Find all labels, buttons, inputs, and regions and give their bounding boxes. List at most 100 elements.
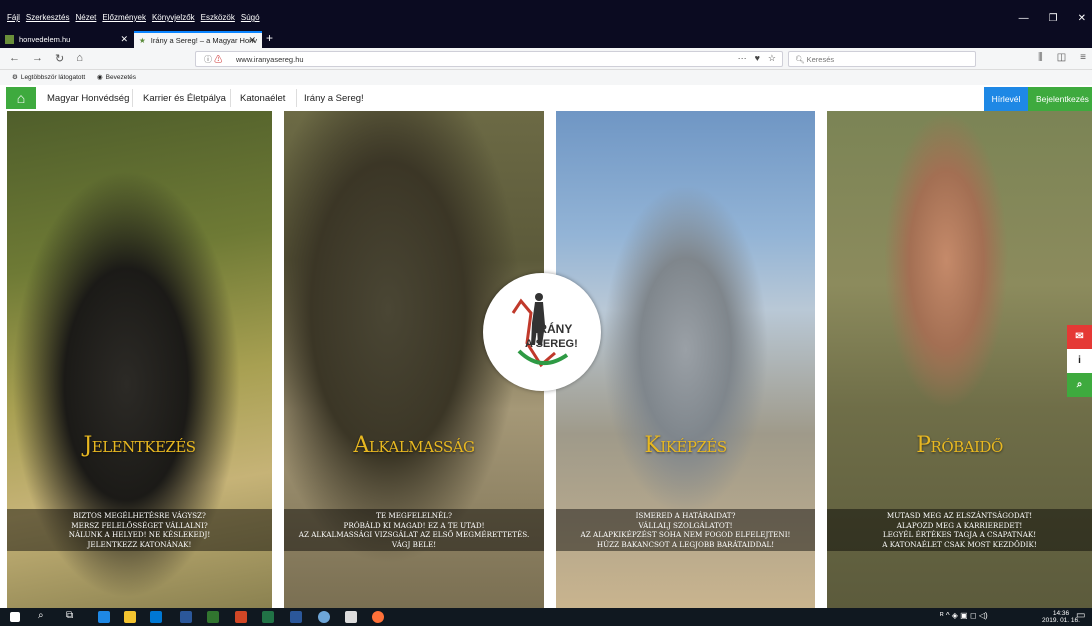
menu-bookmarks[interactable]: Könyvjelzők [152, 13, 195, 22]
menu-history[interactable]: Előzmények [102, 13, 146, 22]
desc-line: Mersz felelősséget vállalni? [71, 520, 208, 530]
clock-date: 2019. 01. 16. [1042, 617, 1080, 624]
desc-line: Vállalj szolgálatot! [638, 520, 733, 530]
desc-line: Te megfelelnél? [376, 511, 452, 520]
bookmark-label: Legtöbbször látogatott [20, 73, 86, 81]
clock[interactable]: 14:36 2019. 01. 16. [1042, 610, 1080, 624]
site-navigation: ⌂ Magyar Honvédség Karrier és Életpálya … [0, 85, 1092, 111]
outlook-icon[interactable] [150, 611, 162, 623]
tab-label: Irány a Sereg! – a Magyar Honv [150, 36, 258, 45]
desc-line: Vágj bele! [391, 539, 437, 549]
panel-probaido[interactable]: Próbaidő Mutasd meg az elszántságodat! A… [827, 111, 1092, 608]
search-input[interactable]: 🔍︎ Keresés [788, 51, 976, 67]
sidebar-icon[interactable]: ◫ [1057, 52, 1066, 63]
irany-a-sereg-logo[interactable]: IRÁNY A SEREG! [483, 273, 601, 391]
desc-line: A katonaélet csak most kezdődik! [882, 539, 1037, 549]
desc-line: Legyél értékes tagja a csapatnak! [882, 530, 1037, 539]
desc-line: Ismered a határaidat? [635, 511, 736, 520]
excel-icon[interactable] [262, 611, 274, 623]
favicon-icon: ★ [139, 36, 146, 45]
calculator-icon[interactable] [345, 611, 357, 623]
menu-view[interactable]: Nézet [75, 13, 96, 22]
home-icon[interactable]: ⌂ [6, 87, 36, 109]
url-text[interactable]: www.iranyasereg.hu [236, 55, 304, 64]
bookmarks-bar: ⚙ Legtöbbször látogatott ◉ Bevezetés [0, 70, 1092, 85]
bookmark-label: Bevezetés [105, 73, 137, 81]
newsletter-button[interactable]: Hírlevél [984, 87, 1028, 111]
home-browser-icon[interactable]: ⌂ [76, 52, 83, 65]
nav-separator [296, 89, 297, 107]
nav-irany-a-sereg[interactable]: Irány a Sereg! [304, 93, 364, 104]
file-explorer-icon[interactable] [124, 611, 136, 623]
desc-line: Nálunk a helyed! Ne késlekedj! [68, 530, 211, 539]
nav-magyar-honvedseg[interactable]: Magyar Honvédség [47, 93, 129, 104]
nav-karrier[interactable]: Karrier és Életpálya [143, 93, 226, 104]
info-icon[interactable]: i [1067, 349, 1092, 373]
windows-taskbar: ⌕ ⧉ ᴿ ^ ◈ ▣ ◻ ◁) 14:36 2019. 01. 16. ▭ [0, 608, 1092, 626]
tab-label: honvedelem.hu [19, 35, 71, 44]
pocket-icon[interactable]: ♥ [755, 53, 760, 64]
system-tray[interactable]: ᴿ ^ ◈ ▣ ◻ ◁) [940, 611, 988, 620]
panel-jelentkezes[interactable]: Jelentkezés Biztos megélhetésre vágysz? … [7, 111, 272, 608]
tab-strip: honvedelem.hu ✕ ★ Irány a Sereg! – a Mag… [0, 30, 1092, 48]
nav-katonaelet[interactable]: Katonaélet [240, 93, 285, 104]
reload-icon[interactable]: ↻ [55, 52, 64, 65]
menu-help[interactable]: Súgó [241, 13, 260, 22]
maximize-icon[interactable]: ❐ [1049, 13, 1058, 24]
desc-line: Mutasd meg az elszántságodat! [886, 511, 1033, 520]
library-icon[interactable]: ⫼ [1038, 52, 1043, 63]
page-actions-icon[interactable]: ··· [738, 53, 747, 64]
menu-edit[interactable]: Szerkesztés [26, 13, 70, 22]
browser-menubar: Fájl Szerkesztés Nézet Előzmények Könyvj… [0, 0, 1092, 30]
word-icon[interactable] [180, 611, 192, 623]
search-icon[interactable]: ⌕ [38, 610, 50, 622]
tab-honvedelem[interactable]: honvedelem.hu ✕ [0, 31, 134, 48]
close-tab-icon[interactable]: ✕ [248, 35, 256, 46]
firefox-icon[interactable] [372, 611, 384, 623]
forward-icon[interactable]: → [32, 52, 43, 65]
tab-iranyasereg[interactable]: ★ Irány a Sereg! – a Magyar Honv ✕ [134, 31, 262, 48]
notifications-icon[interactable]: ▭ [1076, 610, 1085, 621]
hamburger-menu-icon[interactable]: ≡ [1080, 52, 1086, 63]
close-window-icon[interactable]: ✕ [1078, 13, 1086, 24]
app-icon[interactable] [318, 611, 330, 623]
minimize-icon[interactable]: — [1019, 13, 1029, 24]
word-doc-icon[interactable] [290, 611, 302, 623]
close-tab-icon[interactable]: ✕ [120, 34, 128, 45]
bookmark-most-visited[interactable]: ⚙ Legtöbbször látogatott [12, 73, 86, 82]
panel-description: Biztos megélhetésre vágysz? Mersz felelő… [7, 509, 272, 551]
task-view-icon[interactable]: ⧉ [66, 610, 78, 622]
side-action-bar: ✉ i ⌕ [1067, 325, 1092, 397]
desc-line: Az alapkiképzést soha nem fogod elfelejt… [580, 530, 791, 539]
back-icon[interactable]: ← [9, 52, 20, 65]
mail-icon[interactable]: ✉ [1067, 325, 1092, 349]
logo-text-line2: A SEREG! [525, 338, 578, 350]
browser-navbar: ← → ↻ ⌂ ⓘ ⚠ www.iranyasereg.hu ··· ♥ ☆ 🔍… [0, 48, 1092, 70]
gear-icon: ⚙ [12, 74, 18, 81]
firefox-icon: ◉ [97, 74, 103, 81]
search-placeholder: Keresés [806, 55, 835, 64]
info-icon[interactable]: ⓘ ⚠ [204, 54, 222, 65]
project-icon[interactable] [207, 611, 219, 623]
clock-time: 14:36 [1052, 610, 1070, 617]
desc-line: Biztos megélhetésre vágysz? [73, 511, 206, 520]
search-icon[interactable]: ⌕ [1067, 373, 1092, 397]
powerpoint-icon[interactable] [235, 611, 247, 623]
login-button[interactable]: Bejelentkezés [1028, 87, 1092, 111]
desc-line: Húzz bakancsot a legjobb barátaiddal! [596, 539, 775, 549]
url-bar[interactable]: ⓘ ⚠ www.iranyasereg.hu ··· ♥ ☆ [195, 51, 783, 67]
desc-line: Jelentkezz katonának! [87, 539, 192, 549]
bookmark-star-icon[interactable]: ☆ [768, 53, 776, 64]
edge-icon[interactable] [98, 611, 110, 623]
favicon-icon [5, 35, 14, 44]
desc-line: Az alkalmassági vizsgálat az első megmér… [298, 530, 530, 539]
desc-line: Alapozd meg a karrieredet! [896, 520, 1023, 530]
menu-file[interactable]: Fájl [7, 13, 20, 22]
panel-description: Te megfelelnél? Próbáld ki magad! Ez a t… [284, 509, 544, 551]
bookmark-getting-started[interactable]: ◉ Bevezetés [97, 73, 137, 82]
search-icon: 🔍︎ [795, 55, 805, 64]
new-tab-icon[interactable]: + [266, 31, 273, 45]
menu-tools[interactable]: Eszközök [201, 13, 235, 22]
panel-title: Kiképzés [644, 433, 727, 458]
windows-start-icon[interactable] [10, 612, 20, 622]
